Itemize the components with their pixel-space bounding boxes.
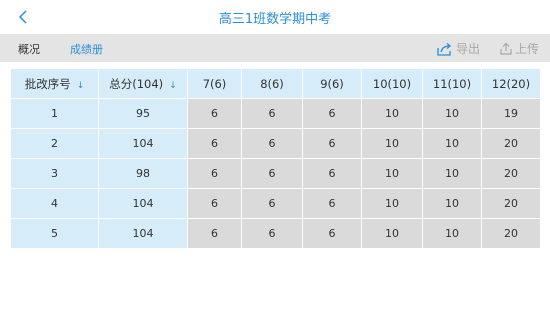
cell-correction-order: 5 [10, 218, 99, 249]
table-row[interactable]: 1 95 6 6 6 10 10 19 [10, 98, 541, 129]
column-header-label: 总分(104) [109, 76, 164, 91]
cell-total: 104 [98, 218, 188, 249]
table-row[interactable]: 2 104 6 6 6 10 10 20 [10, 128, 541, 159]
cell-total: 98 [98, 158, 188, 189]
cell-q10: 10 [361, 158, 423, 189]
column-header-q11: 11(10) [422, 68, 482, 99]
cell-correction-order: 2 [10, 128, 99, 159]
sort-arrow-icon: ↓ [76, 80, 85, 91]
cell-q9: 6 [302, 188, 362, 219]
cell-q9: 6 [302, 218, 362, 249]
gradebook-table: 批改序号 ↓ 总分(104) ↓ 7(6) 8(6) 9(6) 10(10) 11(… [10, 68, 541, 249]
cell-q11: 10 [422, 218, 482, 249]
tab-bar: 概况 成绩册 导出 上传 [0, 34, 550, 62]
tab-gradebook[interactable]: 成绩册 [70, 41, 103, 57]
nav-bar: 高三1班数学期中考 [0, 0, 550, 34]
cell-q10: 10 [361, 188, 423, 219]
table-row[interactable]: 4 104 6 6 6 10 10 20 [10, 188, 541, 219]
cell-q8: 6 [241, 188, 303, 219]
cell-q11: 10 [422, 188, 482, 219]
table-header-row: 批改序号 ↓ 总分(104) ↓ 7(6) 8(6) 9(6) 10(10) 11(… [10, 68, 541, 99]
page-title: 高三1班数学期中考 [218, 12, 332, 27]
cell-q12: 20 [481, 158, 541, 189]
cell-q12: 19 [481, 98, 541, 129]
cell-q7: 6 [187, 98, 242, 129]
column-header-q9: 9(6) [302, 68, 362, 99]
upload-button[interactable]: 上传 [500, 40, 539, 57]
cell-q7: 6 [187, 188, 242, 219]
cell-q11: 10 [422, 158, 482, 189]
cell-q9: 6 [302, 98, 362, 129]
cell-correction-order: 4 [10, 188, 99, 219]
cell-q10: 10 [361, 98, 423, 129]
cell-q10: 10 [361, 218, 423, 249]
cell-q8: 6 [241, 218, 303, 249]
cell-q8: 6 [241, 98, 303, 129]
tab-overview[interactable]: 概况 [18, 41, 40, 57]
cell-correction-order: 1 [10, 98, 99, 129]
column-header-total[interactable]: 总分(104) ↓ [98, 68, 188, 99]
upload-icon [500, 42, 512, 55]
export-button[interactable]: 导出 [437, 40, 480, 57]
cell-q7: 6 [187, 158, 242, 189]
export-label: 导出 [456, 42, 481, 56]
table-row[interactable]: 3 98 6 6 6 10 10 20 [10, 158, 541, 189]
table-row[interactable]: 5 104 6 6 6 10 10 20 [10, 218, 541, 249]
column-header-label: 批改序号 [24, 76, 71, 91]
share-export-icon [437, 42, 452, 56]
gradebook-table-container: 批改序号 ↓ 总分(104) ↓ 7(6) 8(6) 9(6) 10(10) 11(… [10, 68, 541, 249]
cell-q9: 6 [302, 128, 362, 159]
cell-total: 104 [98, 188, 188, 219]
cell-q12: 20 [481, 218, 541, 249]
column-header-q10: 10(10) [361, 68, 423, 99]
cell-q7: 6 [187, 128, 242, 159]
sort-arrow-icon: ↓ [169, 80, 177, 91]
cell-q8: 6 [241, 158, 303, 189]
cell-total: 104 [98, 128, 188, 159]
column-header-correction-order[interactable]: 批改序号 ↓ [10, 68, 99, 99]
column-header-q7: 7(6) [187, 68, 242, 99]
cell-q12: 20 [481, 128, 541, 159]
cell-q12: 20 [481, 188, 541, 219]
column-header-q8: 8(6) [241, 68, 303, 99]
cell-q11: 10 [422, 98, 482, 129]
cell-correction-order: 3 [10, 158, 99, 189]
cell-q9: 6 [302, 158, 362, 189]
cell-q10: 10 [361, 128, 423, 159]
cell-total: 95 [98, 98, 188, 129]
cell-q7: 6 [187, 218, 242, 249]
cell-q8: 6 [241, 128, 303, 159]
column-header-q12: 12(20) [481, 68, 541, 99]
upload-label: 上传 [515, 42, 540, 56]
cell-q11: 10 [422, 128, 482, 159]
